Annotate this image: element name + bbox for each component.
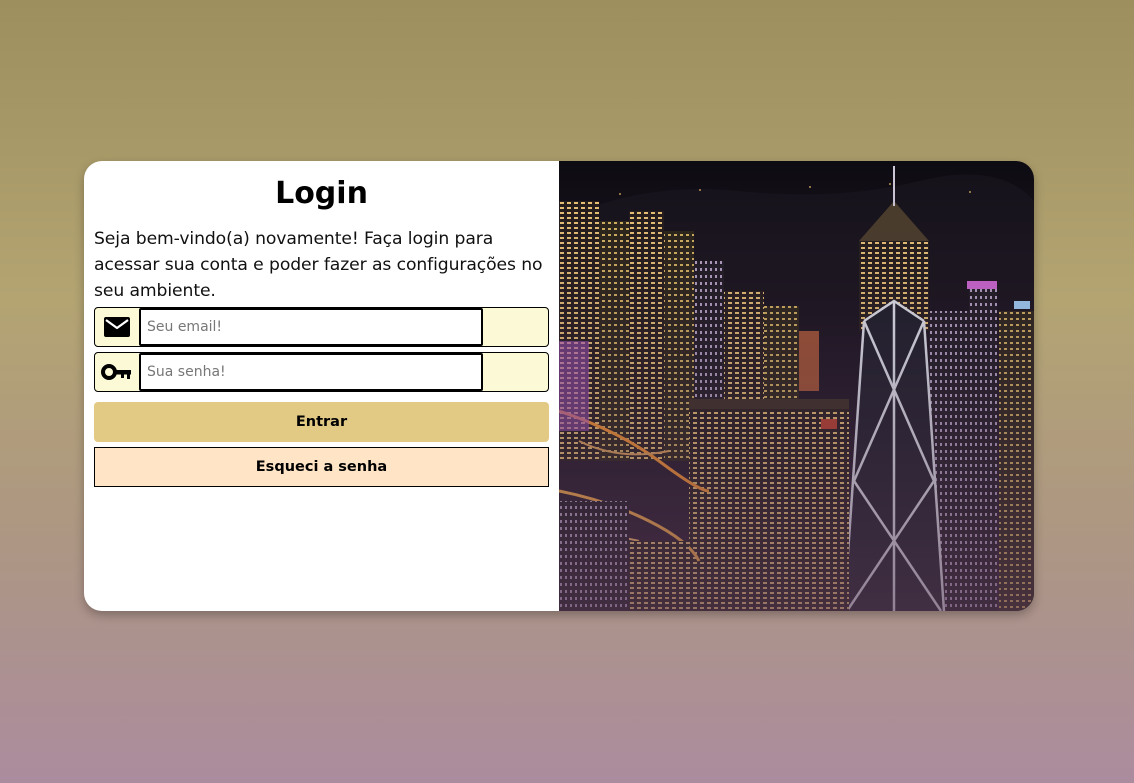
welcome-text: Seja bem-vindo(a) novamente! Faça login … bbox=[94, 229, 543, 301]
key-icon bbox=[95, 353, 139, 391]
mail-icon bbox=[95, 308, 139, 346]
email-field-group bbox=[94, 307, 549, 347]
page-title: Login bbox=[275, 176, 368, 211]
login-card: Login Seja bem-vindo(a) novamente! Faça … bbox=[84, 161, 1034, 611]
email-input[interactable] bbox=[139, 308, 483, 346]
login-panel: Login Seja bem-vindo(a) novamente! Faça … bbox=[84, 161, 559, 611]
password-field-group bbox=[94, 352, 549, 392]
hero-image bbox=[559, 161, 1034, 611]
password-input[interactable] bbox=[139, 353, 483, 391]
submit-button[interactable]: Entrar bbox=[94, 402, 549, 442]
forgot-password-button[interactable]: Esqueci a senha bbox=[94, 447, 549, 487]
